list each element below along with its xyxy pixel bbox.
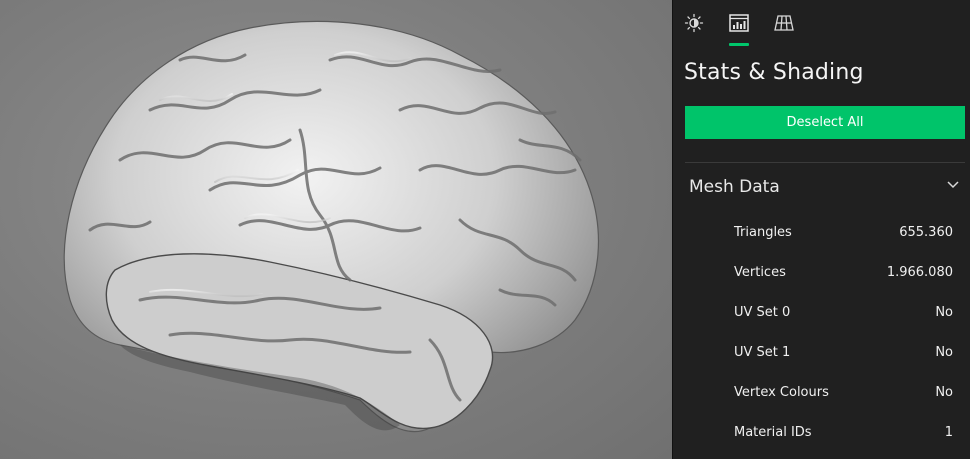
section-title: Mesh Data: [689, 177, 780, 197]
stat-value: 1.966.080: [886, 265, 953, 280]
chevron-down-icon: [947, 181, 959, 189]
stat-row-triangles: Triangles 655.360: [673, 213, 970, 253]
section-divider: [685, 162, 965, 163]
stat-value: No: [935, 345, 953, 360]
stat-label: Triangles: [734, 225, 792, 240]
app-window: Stats & Shading Deselect All Mesh Data T…: [0, 0, 970, 459]
grid-icon: [774, 15, 794, 31]
stat-row-uv-set-0: UV Set 0 No: [673, 293, 970, 333]
stat-label: Vertex Colours: [734, 385, 829, 400]
stat-label: Material IDs: [734, 425, 812, 440]
stat-row-vertex-colours: Vertex Colours No: [673, 373, 970, 413]
mesh-stats-list: Triangles 655.360 Vertices 1.966.080 UV …: [673, 213, 970, 453]
stat-value: 1: [944, 425, 953, 440]
stat-value: No: [935, 305, 953, 320]
sun-icon: [684, 13, 704, 33]
stat-label: Vertices: [734, 265, 786, 280]
page-title: Stats & Shading: [684, 60, 864, 85]
brain-mesh-model[interactable]: [0, 0, 672, 459]
stat-value: 655.360: [899, 225, 953, 240]
stat-row-uv-set-1: UV Set 1 No: [673, 333, 970, 373]
tab-grid[interactable]: [771, 10, 797, 36]
3d-viewport[interactable]: [0, 0, 672, 459]
deselect-all-button[interactable]: Deselect All: [685, 106, 965, 139]
stat-row-material-ids: Material IDs 1: [673, 413, 970, 453]
tab-stats[interactable]: [726, 10, 752, 36]
stat-row-vertices: Vertices 1.966.080: [673, 253, 970, 293]
mesh-data-section-header[interactable]: Mesh Data: [685, 166, 965, 208]
stats-chart-icon: [729, 14, 749, 32]
tab-lighting[interactable]: [681, 10, 707, 36]
stat-label: UV Set 0: [734, 305, 791, 320]
active-tab-indicator: [729, 43, 749, 46]
stat-label: UV Set 1: [734, 345, 791, 360]
stat-value: No: [935, 385, 953, 400]
panel-tabs: [673, 0, 970, 46]
stats-shading-panel: Stats & Shading Deselect All Mesh Data T…: [672, 0, 970, 459]
